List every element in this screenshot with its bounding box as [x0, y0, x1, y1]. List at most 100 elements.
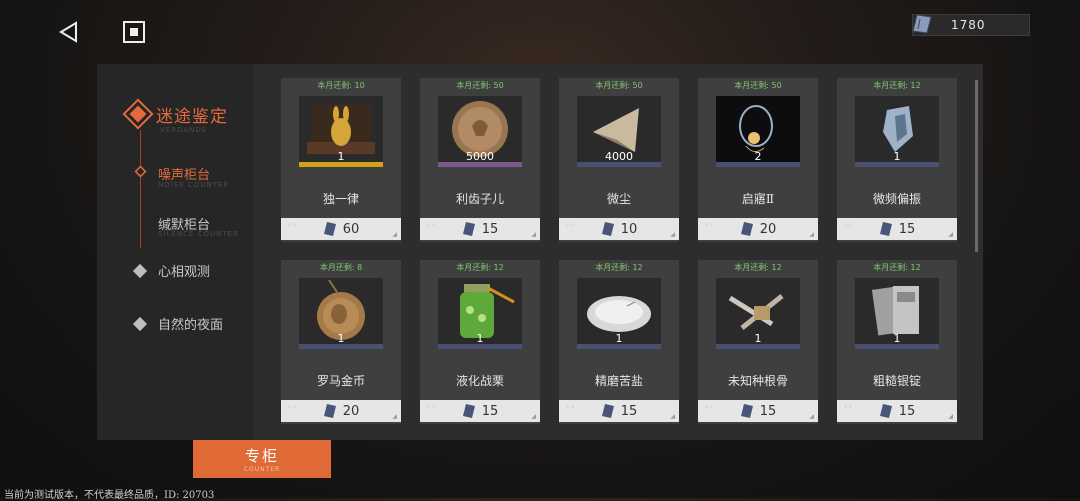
ticket-icon	[740, 404, 753, 418]
item-card[interactable]: 本月还剩: 12 1 精磨苦盐 ⁘⁘ 15 ◢	[559, 260, 679, 424]
ticket-icon	[323, 404, 336, 418]
price-button[interactable]: ⁘⁘ 60 ◢	[281, 218, 401, 240]
grid-icon: ⁘⁘	[287, 222, 298, 229]
item-card[interactable]: 本月还剩: 8 1 罗马金币 ⁘⁘ 20 ◢	[281, 260, 401, 424]
counter-tab-button[interactable]: 专柜 COUNTER	[193, 440, 331, 478]
qty-bar	[438, 162, 522, 167]
grid-icon: ⁘⁘	[843, 404, 854, 411]
price-button[interactable]: ⁘⁘ 15 ◢	[559, 400, 679, 422]
item-card[interactable]: 本月还剩: 12 1 液化战栗 ⁘⁘ 15 ◢	[420, 260, 540, 424]
qty-bar	[299, 162, 383, 167]
back-arrow-icon	[59, 21, 77, 43]
quota-text: 本月还剩: 12	[595, 263, 643, 272]
item-name: 罗马金币	[316, 374, 365, 388]
sidebar-item-mind-observation[interactable]: 心相观测	[158, 261, 210, 280]
item-card[interactable]: 本月还剩: 50 2 启寤Ⅱ ⁘⁘ 20 ◢	[698, 78, 818, 242]
version-notice: 当前为测试版本，不代表最终品质，ID: 20703	[4, 490, 215, 501]
corner-arrow-icon: ◢	[392, 231, 397, 238]
item-name: 液化战栗	[455, 374, 504, 388]
corner-arrow-icon: ◢	[809, 413, 814, 420]
item-card[interactable]: 本月还剩: 12 1 微频偏振 ⁘⁘ 15 ◢	[837, 78, 957, 242]
ticket-icon	[912, 14, 932, 34]
counter-tab-label: 专柜	[244, 447, 279, 465]
corner-arrow-icon: ◢	[392, 413, 397, 420]
price-button[interactable]: ⁘⁘ 20 ◢	[281, 400, 401, 422]
item-name: 精磨苦盐	[594, 374, 643, 388]
item-card[interactable]: 本月还剩: 50 4000 微尘 ⁘⁘ 10 ◢	[559, 78, 679, 242]
ticket-icon	[323, 222, 336, 236]
sidebar-item-sub: SILENCE COUNTER	[158, 230, 239, 238]
qty-bar	[577, 344, 661, 349]
currency-value: 1780	[951, 18, 986, 32]
ticket-icon	[462, 404, 475, 418]
sidebar-line	[140, 130, 141, 248]
price-value: 15	[481, 221, 499, 237]
item-name: 未知种根骨	[727, 374, 788, 388]
item-card[interactable]: 本月还剩: 50 5000 利齿子儿 ⁘⁘ 15 ◢	[420, 78, 540, 242]
item-name: 微频偏振	[872, 192, 921, 206]
currency-display[interactable]: 1780	[912, 14, 1030, 36]
item-card[interactable]: 本月还剩: 12 1 粗糙银锭 ⁘⁘ 15 ◢	[837, 260, 957, 424]
scrollbar[interactable]	[975, 80, 978, 252]
item-name: 独一律	[322, 192, 359, 206]
grid-icon: ⁘⁘	[565, 222, 576, 229]
price-value: 20	[759, 221, 777, 237]
price-value: 15	[898, 403, 916, 419]
ticket-icon	[601, 222, 614, 236]
corner-arrow-icon: ◢	[670, 413, 675, 420]
sidebar-title-sub: VERDANDE	[160, 126, 208, 134]
item-card[interactable]: 本月还剩: 10 1 独一律 ⁘⁘ 60 ◢	[281, 78, 401, 242]
price-value: 20	[342, 403, 360, 419]
qty-bar	[716, 344, 800, 349]
selected-diamond-icon	[134, 165, 147, 178]
grid-icon: ⁘⁘	[704, 404, 715, 411]
price-value: 15	[620, 403, 638, 419]
grid-icon: ⁘⁘	[287, 404, 298, 411]
quota-text: 本月还剩: 12	[456, 263, 504, 272]
quota-text: 本月还剩: 12	[873, 263, 921, 272]
item-name: 粗糙银锭	[872, 374, 921, 388]
price-value: 15	[898, 221, 916, 237]
item-name: 启寤Ⅱ	[741, 192, 775, 206]
quota-text: 本月还剩: 12	[873, 81, 921, 90]
price-button[interactable]: ⁘⁘ 15 ◢	[837, 400, 957, 422]
home-icon	[123, 21, 145, 43]
ticket-icon	[462, 222, 475, 236]
ticket-icon	[601, 404, 614, 418]
grid-icon: ⁘⁘	[565, 404, 576, 411]
price-button[interactable]: ⁘⁘ 10 ◢	[559, 218, 679, 240]
ticket-icon	[879, 222, 892, 236]
corner-arrow-icon: ◢	[809, 231, 814, 238]
counter-tab-sub: COUNTER	[243, 466, 281, 473]
grid-icon: ⁘⁘	[426, 222, 437, 229]
sidebar-item-sub: NOISE COUNTER	[158, 181, 230, 189]
home-button[interactable]	[120, 18, 148, 46]
ticket-icon	[879, 404, 892, 418]
qty-bar	[855, 162, 939, 167]
corner-arrow-icon: ◢	[670, 231, 675, 238]
grid-icon: ⁘⁘	[843, 222, 854, 229]
grid-icon: ⁘⁘	[704, 222, 715, 229]
quota-text: 本月还剩: 50	[595, 81, 643, 90]
price-value: 15	[759, 403, 777, 419]
price-value: 10	[620, 221, 638, 237]
quota-text: 本月还剩: 50	[456, 81, 504, 90]
corner-arrow-icon: ◢	[531, 231, 536, 238]
item-name: 微尘	[606, 192, 631, 206]
price-button[interactable]: ⁘⁘ 15 ◢	[420, 218, 540, 240]
price-button[interactable]: ⁘⁘ 15 ◢	[837, 218, 957, 240]
qty-bar	[577, 162, 661, 167]
qty-bar	[438, 344, 522, 349]
corner-arrow-icon: ◢	[948, 231, 953, 238]
qty-bar	[855, 344, 939, 349]
quota-text: 本月还剩: 50	[734, 81, 782, 90]
sidebar-item-night-of-nature[interactable]: 自然的夜面	[158, 314, 223, 333]
grid-icon: ⁘⁘	[426, 404, 437, 411]
price-button[interactable]: ⁘⁘ 15 ◢	[698, 400, 818, 422]
corner-arrow-icon: ◢	[531, 413, 536, 420]
back-button[interactable]	[54, 18, 82, 46]
title-diamond-icon	[122, 98, 154, 130]
price-button[interactable]: ⁘⁘ 20 ◢	[698, 218, 818, 240]
price-button[interactable]: ⁘⁘ 15 ◢	[420, 400, 540, 422]
item-card[interactable]: 本月还剩: 12 1 未知种根骨 ⁘⁘ 15 ◢	[698, 260, 818, 424]
